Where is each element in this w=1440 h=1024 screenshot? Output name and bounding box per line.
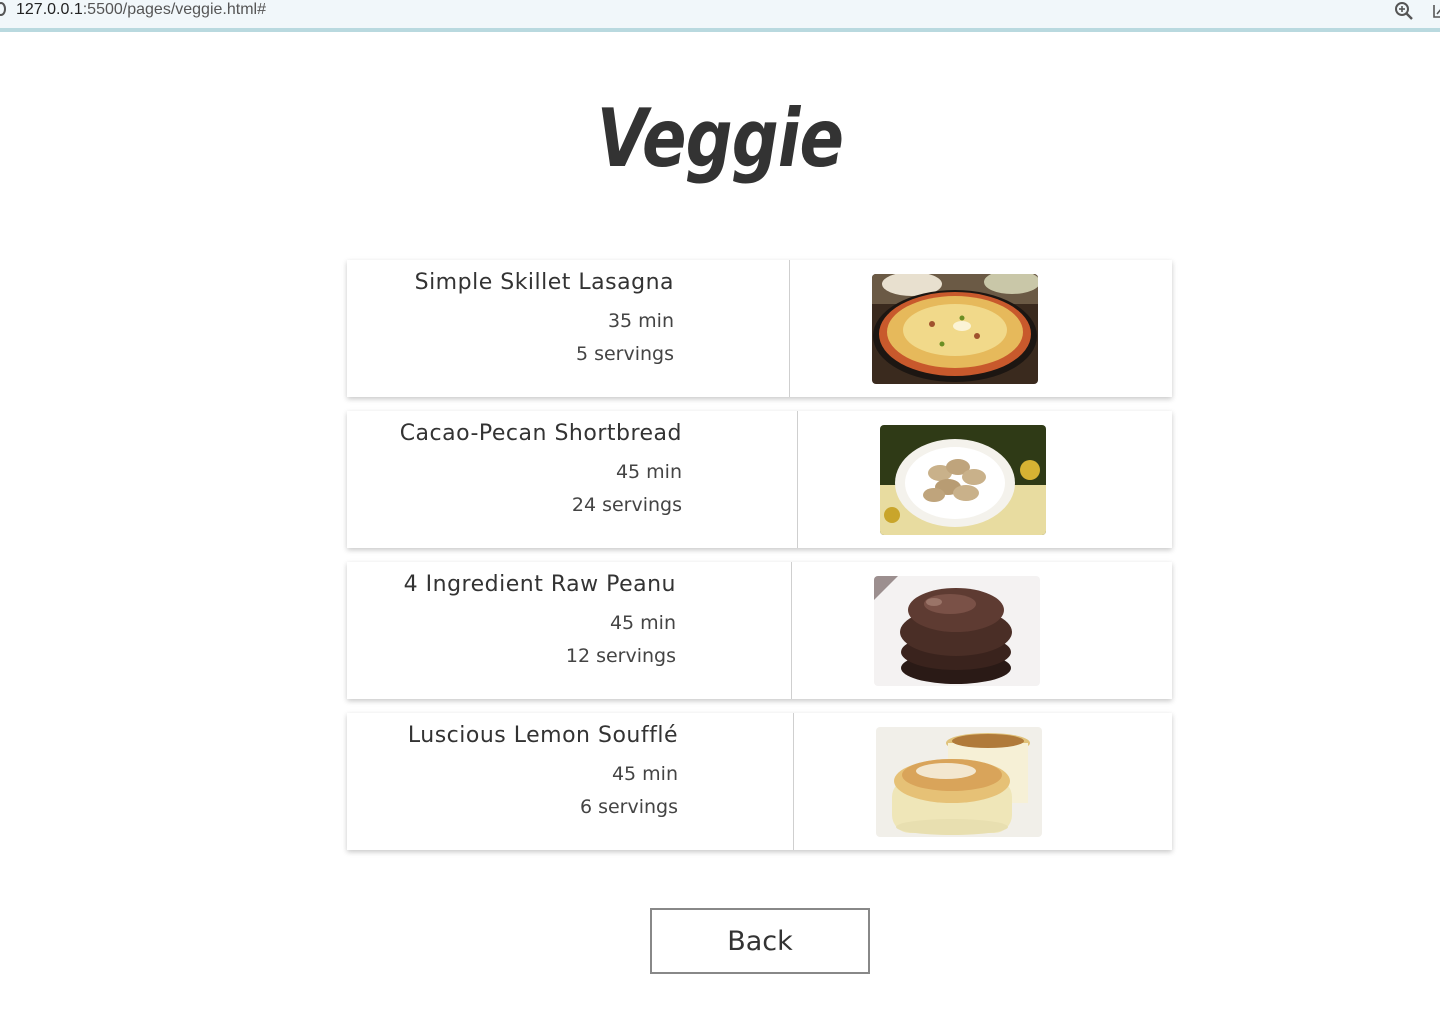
url-host: 127.0.0.1 — [16, 1, 83, 18]
recipe-name[interactable]: Cacao-Pecan Shortbread — [400, 421, 682, 446]
recipe-info: Luscious Lemon Soufflé 45 min 6 servings — [347, 713, 794, 850]
recipe-list: Simple Skillet Lasagna 35 min 5 servings — [347, 260, 1172, 864]
recipe-time: 45 min — [615, 461, 682, 483]
recipe-servings: 5 servings — [575, 343, 674, 365]
recipe-servings: 6 servings — [579, 796, 678, 818]
recipe-photo[interactable] — [880, 425, 1046, 535]
lemon-souffle-photo — [876, 727, 1042, 837]
recipe-photo[interactable] — [872, 274, 1038, 384]
recipe-time: 45 min — [609, 612, 676, 634]
recipe-servings: 12 servings — [565, 645, 676, 667]
zoom-icon[interactable] — [1394, 1, 1414, 21]
chocolate-peanut-cups-photo — [874, 576, 1040, 686]
recipe-info: Cacao-Pecan Shortbread 45 min 24 serving… — [347, 411, 798, 548]
url-text[interactable]: 127.0.0.1:5500/pages/veggie.html# — [16, 1, 266, 19]
recipe-name[interactable]: 4 Ingredient Raw Peanu — [404, 572, 676, 597]
skillet-lasagna-photo — [872, 274, 1038, 384]
page-title: Veggie — [596, 92, 844, 185]
recipe-photo[interactable] — [876, 727, 1042, 837]
reload-icon[interactable] — [0, 2, 6, 16]
recipe-name[interactable]: Simple Skillet Lasagna — [415, 270, 674, 295]
recipe-info: Simple Skillet Lasagna 35 min 5 servings — [347, 260, 790, 397]
recipe-photo-cell — [790, 260, 1172, 397]
recipe-photo-cell — [798, 411, 1172, 548]
shortbread-cookies-photo — [880, 425, 1046, 535]
extension-icon[interactable] — [1432, 3, 1440, 19]
recipe-card[interactable]: 4 Ingredient Raw Peanu 45 min 12 serving… — [347, 562, 1172, 699]
recipe-time: 45 min — [611, 763, 678, 785]
recipe-time: 35 min — [607, 310, 674, 332]
recipe-card[interactable]: Luscious Lemon Soufflé 45 min 6 servings — [347, 713, 1172, 850]
recipe-card[interactable]: Simple Skillet Lasagna 35 min 5 servings — [347, 260, 1172, 397]
recipe-photo-cell — [794, 713, 1172, 850]
url-path: :5500/pages/veggie.html# — [82, 1, 266, 18]
recipe-servings: 24 servings — [571, 494, 682, 516]
recipe-name[interactable]: Luscious Lemon Soufflé — [408, 723, 678, 748]
browser-address-bar[interactable]: 127.0.0.1:5500/pages/veggie.html# — [0, 0, 1440, 32]
recipe-info: 4 Ingredient Raw Peanu 45 min 12 serving… — [347, 562, 792, 699]
recipe-card[interactable]: Cacao-Pecan Shortbread 45 min 24 serving… — [347, 411, 1172, 548]
recipe-photo-cell — [792, 562, 1172, 699]
recipe-photo[interactable] — [874, 576, 1040, 686]
back-button[interactable]: Back — [650, 908, 870, 974]
